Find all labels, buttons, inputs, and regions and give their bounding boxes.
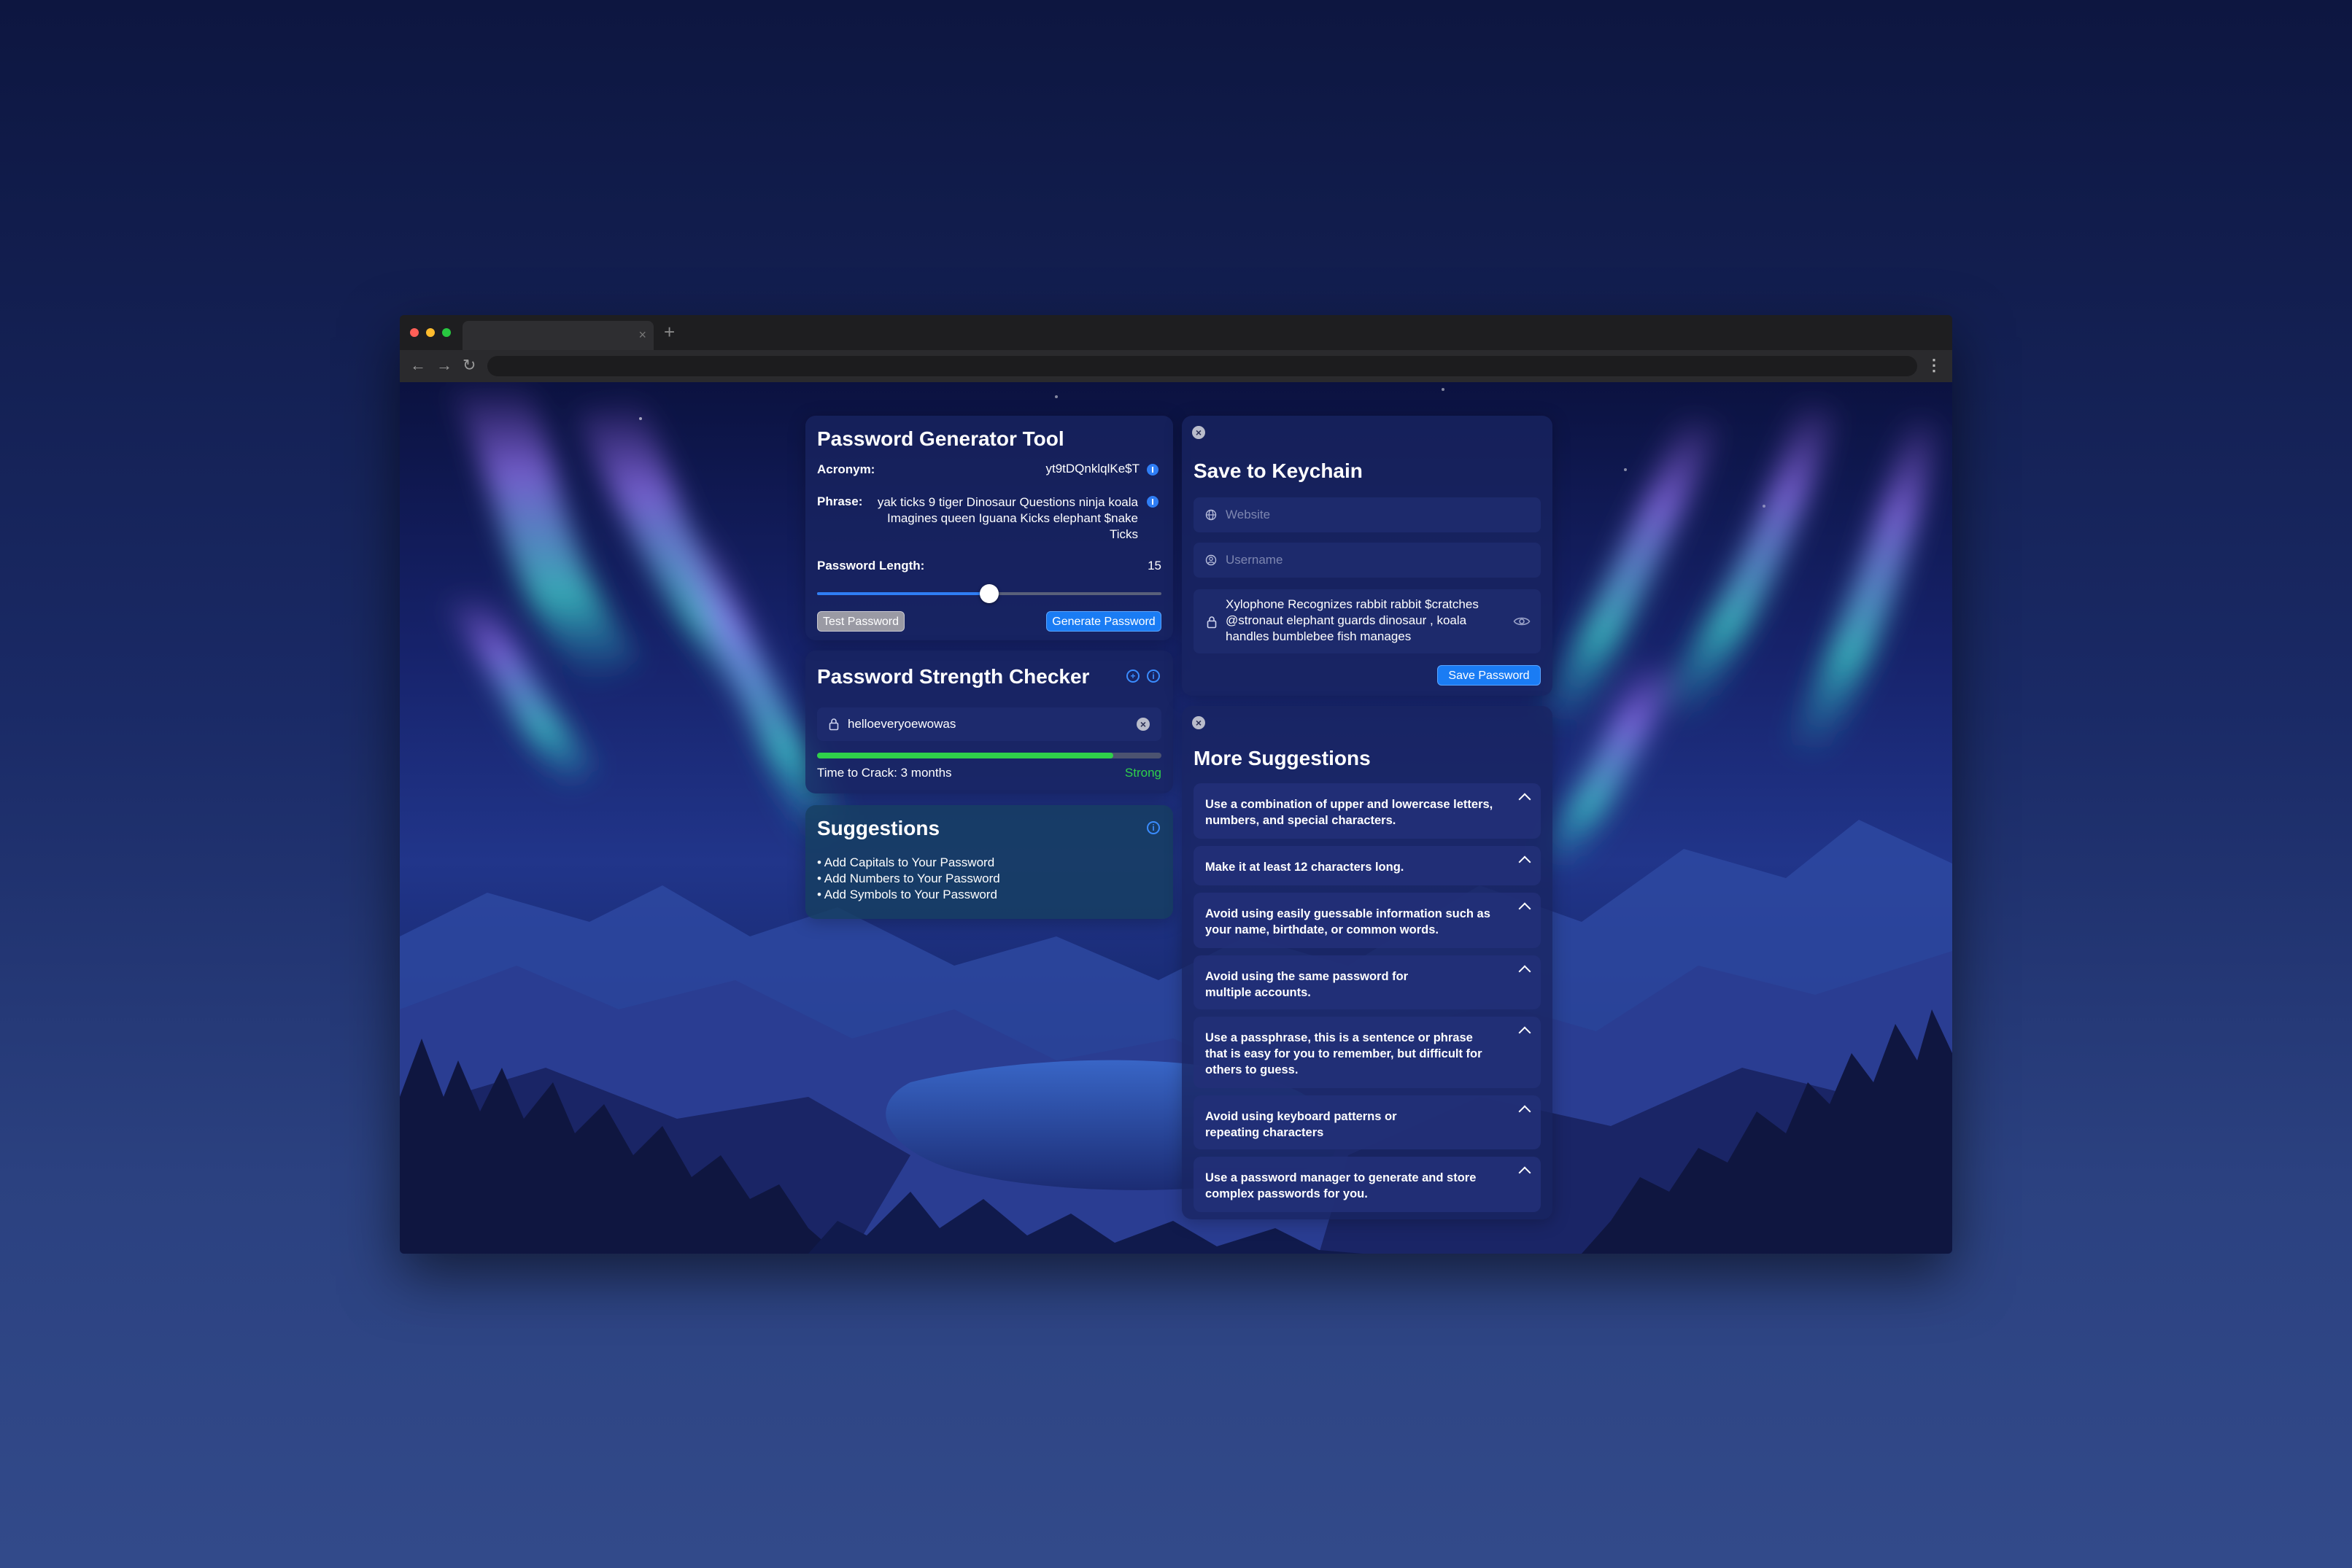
add-icon[interactable]: + <box>1126 669 1140 683</box>
chevron-up-icon[interactable] <box>1518 1105 1531 1118</box>
acronym-value: yt9tDQnklqlKe$T <box>1045 462 1140 476</box>
chevron-up-icon[interactable] <box>1518 1166 1531 1179</box>
url-input[interactable] <box>487 356 1917 376</box>
generate-password-button[interactable]: Generate Password <box>1046 611 1161 632</box>
browser-window: × + ← → ↻ ⋮ Password Generator Tool Acro… <box>400 315 1952 1254</box>
generator-title: Password Generator Tool <box>817 427 1064 450</box>
more-suggestion-item[interactable]: Avoid using easily guessable information… <box>1194 893 1541 948</box>
reload-icon[interactable]: ↻ <box>463 356 476 375</box>
chevron-up-icon[interactable] <box>1518 902 1531 915</box>
close-window-button[interactable] <box>410 328 419 337</box>
more-suggestions-panel: × More Suggestions Use a combination of … <box>1182 706 1552 1219</box>
suggestion-item: • Add Numbers to Your Password <box>817 872 1000 885</box>
strength-password-input[interactable]: helloeveryoewowas × <box>817 707 1161 741</box>
chevron-up-icon[interactable] <box>1518 855 1531 869</box>
tab-close-icon[interactable]: × <box>638 327 646 342</box>
lock-icon <box>829 718 839 731</box>
globe-icon <box>1205 509 1217 521</box>
more-suggestions-title: More Suggestions <box>1194 747 1371 769</box>
more-suggestion-item[interactable]: Make it at least 12 characters long. <box>1194 846 1541 885</box>
more-suggestion-text: Avoid using keyboard patterns or repeati… <box>1205 1110 1397 1139</box>
test-password-button[interactable]: Test Password <box>817 611 905 632</box>
phrase-value: yak ticks 9 tiger Dinosaur Questions nin… <box>877 495 1138 541</box>
forward-arrow-icon[interactable]: → <box>436 356 452 375</box>
website-input[interactable]: Website <box>1194 497 1541 532</box>
more-suggestion-text: Avoid using the same password for multip… <box>1205 970 1409 999</box>
info-icon[interactable]: i <box>1147 669 1160 683</box>
page-viewport: Password Generator Tool Acronym: yt9tDQn… <box>400 382 1952 1254</box>
save-password-button[interactable]: Save Password <box>1437 665 1541 686</box>
close-keychain-icon[interactable]: × <box>1192 426 1205 439</box>
password-length-label: Password Length: <box>817 559 925 573</box>
suggestions-panel: Suggestions i • Add Capitals to Your Pas… <box>805 805 1173 919</box>
acronym-info-icon[interactable] <box>1147 464 1158 476</box>
chevron-up-icon[interactable] <box>1518 965 1531 978</box>
suggestions-info-icon[interactable]: i <box>1147 821 1160 834</box>
password-length-value: 15 <box>1148 559 1161 573</box>
suggestion-item: • Add Capitals to Your Password <box>817 855 995 869</box>
phrase-label: Phrase: <box>817 494 863 508</box>
more-suggestion-item[interactable]: Avoid using the same password for multip… <box>1194 955 1541 1009</box>
new-tab-button[interactable]: + <box>664 322 675 342</box>
clear-input-icon[interactable]: × <box>1137 718 1150 731</box>
phrase-info-icon[interactable] <box>1147 496 1158 508</box>
aurora-landscape-background <box>400 382 1952 1254</box>
keychain-title: Save to Keychain <box>1194 459 1363 482</box>
save-to-keychain-panel: × Save to Keychain Website Username Xylo… <box>1182 416 1552 696</box>
suggestions-list: • Add Capitals to Your Password • Add Nu… <box>817 855 1000 903</box>
more-suggestion-text: Avoid using easily guessable information… <box>1205 907 1490 936</box>
user-icon <box>1205 554 1217 566</box>
username-input[interactable]: Username <box>1194 543 1541 578</box>
more-suggestion-text: Use a passphrase, this is a sentence or … <box>1205 1031 1482 1076</box>
browser-tab[interactable]: × <box>463 321 654 350</box>
keychain-password-input[interactable]: Xylophone Recognizes rabbit rabbit $crat… <box>1194 589 1541 653</box>
strength-title: Password Strength Checker <box>817 665 1090 688</box>
maximize-window-button[interactable] <box>442 328 451 337</box>
more-suggestion-item[interactable]: Use a passphrase, this is a sentence or … <box>1194 1017 1541 1088</box>
back-arrow-icon[interactable]: ← <box>410 356 426 375</box>
slider-thumb[interactable] <box>980 584 999 603</box>
strength-checker-panel: Password Strength Checker + i helloevery… <box>805 651 1173 793</box>
suggestions-title: Suggestions <box>817 817 940 839</box>
chevron-up-icon[interactable] <box>1518 793 1531 806</box>
time-to-crack: Time to Crack: 3 months <box>817 766 952 780</box>
more-suggestion-text: Use a combination of upper and lowercase… <box>1205 798 1493 827</box>
suggestion-item: • Add Symbols to Your Password <box>817 888 997 901</box>
keychain-password-value: Xylophone Recognizes rabbit rabbit $crat… <box>1226 597 1479 643</box>
strength-rating: Strong <box>1124 766 1161 780</box>
slider-fill <box>817 592 989 595</box>
minimize-window-button[interactable] <box>426 328 435 337</box>
more-suggestion-text: Use a password manager to generate and s… <box>1205 1171 1477 1200</box>
more-suggestion-item[interactable]: Avoid using keyboard patterns or repeati… <box>1194 1095 1541 1149</box>
username-placeholder: Username <box>1226 553 1283 567</box>
address-bar-row: ← → ↻ ⋮ <box>400 350 1952 382</box>
title-bar: × + <box>400 315 1952 350</box>
close-more-suggestions-icon[interactable]: × <box>1192 716 1205 729</box>
more-suggestion-item[interactable]: Use a password manager to generate and s… <box>1194 1157 1541 1212</box>
acronym-label: Acronym: <box>817 462 875 476</box>
browser-menu-icon[interactable]: ⋮ <box>1926 356 1942 375</box>
strength-meter-fill <box>817 753 1113 758</box>
website-placeholder: Website <box>1226 508 1271 521</box>
chevron-up-icon[interactable] <box>1518 1026 1531 1039</box>
more-suggestion-item[interactable]: Use a combination of upper and lowercase… <box>1194 783 1541 839</box>
lock-icon <box>1207 616 1217 629</box>
password-generator-panel: Password Generator Tool Acronym: yt9tDQn… <box>805 416 1173 640</box>
strength-meter <box>817 753 1161 758</box>
more-suggestion-text: Make it at least 12 characters long. <box>1205 861 1404 874</box>
strength-password-value: helloeveryoewowas <box>848 717 956 731</box>
eye-icon[interactable] <box>1513 616 1531 627</box>
